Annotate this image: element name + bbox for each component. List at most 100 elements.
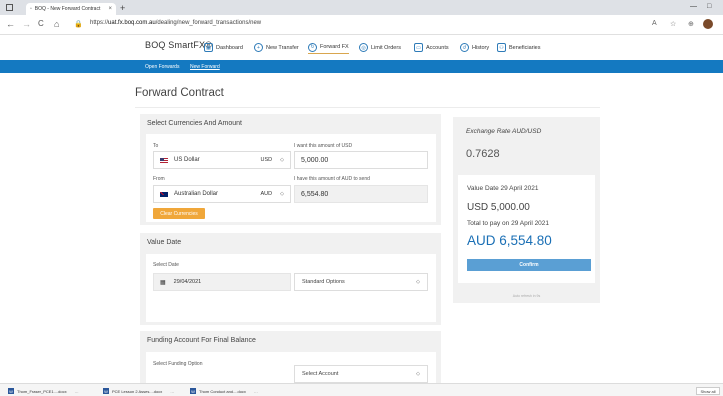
nav-beneficiaries[interactable]: ⚇ Beneficiaries — [497, 41, 541, 54]
reload-button[interactable]: C — [38, 19, 44, 29]
summary-total-label: Total to pay on 29 April 2021 — [467, 220, 550, 227]
funding-option-label: Select Funding Option — [153, 361, 203, 367]
select-value: Select Account — [302, 371, 339, 377]
download-filename: Thom_Fraser_PCE1....docx — [17, 388, 67, 394]
home-button[interactable]: ⌂ — [54, 19, 59, 29]
users-icon: ⚇ — [497, 43, 506, 52]
rate-title: Exchange Rate AUD/USD — [466, 128, 542, 135]
forward-button[interactable]: → — [22, 19, 31, 29]
favorites-icon[interactable]: ☆ — [670, 20, 676, 28]
funding-form: Select Funding Option Select Account ◇ — [146, 352, 436, 386]
page-title: Forward Contract — [135, 87, 224, 99]
show-all-button[interactable]: Show all — [696, 387, 720, 395]
browser-tab-bar: ▫ BOQ - New Forward Contract × + — □ — [0, 0, 723, 15]
history-icon: ↺ — [460, 43, 469, 52]
more-icon[interactable]: … — [75, 389, 79, 394]
stepper-icon: ◇ — [280, 157, 284, 163]
profile-avatar[interactable] — [703, 19, 713, 29]
open-forwards-link[interactable]: Open Forwards — [145, 64, 179, 70]
nav-label: Forward FX — [320, 44, 349, 50]
wallet-icon: ▭ — [414, 43, 423, 52]
sub-navigation: Open Forwards New Forward — [0, 60, 723, 73]
url-domain: uat.fx.boq.com.au — [108, 20, 156, 26]
send-amount-label: I have this amount of AUD to send — [294, 176, 370, 182]
nav-accounts[interactable]: ▭ Accounts — [414, 41, 449, 54]
to-currency-code: USD — [260, 157, 273, 163]
want-amount-input[interactable]: 5,000.00 — [294, 151, 428, 169]
close-tab-icon[interactable]: × — [108, 6, 112, 12]
stepper-icon: ◇ — [280, 191, 284, 197]
panel-title: Funding Account For Final Balance — [147, 337, 256, 344]
plus-icon: + — [254, 43, 263, 52]
funding-panel: Funding Account For Final Balance Select… — [140, 331, 441, 386]
new-tab-button[interactable]: + — [120, 3, 125, 13]
minimize-button[interactable]: — — [690, 3, 697, 10]
nav-history[interactable]: ↺ History — [460, 41, 489, 54]
date-value: 29/04/2021 — [173, 279, 202, 285]
clear-currencies-button[interactable]: Clear Currencies — [153, 208, 205, 219]
confirm-button[interactable]: Confirm — [467, 259, 591, 271]
new-forward-link[interactable]: New Forward — [190, 64, 220, 70]
from-currency-name: Australian Dollar — [174, 191, 219, 197]
nav-dashboard[interactable]: ▦ Dashboard — [204, 41, 243, 54]
maximize-button[interactable]: □ — [707, 3, 711, 10]
nav-label: Accounts — [426, 44, 449, 51]
standard-options-select[interactable]: Standard Options ◇ — [294, 273, 428, 291]
nav-label: Limit Orders — [371, 44, 401, 51]
download-item[interactable]: W Thom Conduct and....docx … — [190, 387, 258, 395]
more-icon[interactable]: … — [170, 389, 174, 394]
nav-label: New Transfer — [266, 44, 299, 51]
send-amount-input[interactable]: 6,554.80 — [294, 185, 428, 203]
brand-logo[interactable]: BOQ SmartFX® — [145, 40, 212, 50]
nav-label: Beneficiaries — [509, 44, 541, 51]
url-field[interactable]: https://uat.fx.boq.com.au/dealing/new_fo… — [90, 20, 261, 26]
select-date-label: Select Date — [153, 262, 179, 268]
summary-value-date: Value Date 29 April 2021 — [467, 185, 539, 192]
nav-label: Dashboard — [216, 44, 243, 51]
collections-icon[interactable]: ⊕ — [688, 20, 694, 28]
value-date-form: Select Date ▦ 29/04/2021 Standard Option… — [146, 254, 436, 322]
calendar-icon: ▦ — [160, 279, 166, 286]
back-button[interactable]: ← — [6, 19, 15, 29]
select-value: Standard Options — [302, 279, 345, 285]
nav-limit-orders[interactable]: ◎ Limit Orders — [359, 41, 401, 54]
to-label: To — [153, 143, 159, 149]
dashboard-icon: ▦ — [204, 43, 213, 52]
funding-account-select[interactable]: Select Account ◇ — [294, 365, 428, 383]
us-flag-icon — [160, 157, 168, 163]
title-divider — [135, 107, 600, 108]
chevron-updown-icon: ◇ — [416, 279, 420, 285]
panel-title: Select Currencies And Amount — [147, 120, 242, 127]
au-flag-icon — [160, 191, 168, 197]
download-item[interactable]: W PCE Lesson 2 Asses....docx … — [103, 387, 174, 395]
more-icon[interactable]: … — [254, 389, 258, 394]
downloads-bar: W Thom_Fraser_PCE1....docx … W PCE Lesso… — [0, 383, 723, 396]
nav-forward-fx[interactable]: ↻ Forward FX — [308, 41, 349, 54]
word-doc-icon: W — [190, 388, 196, 394]
rate-value: 0.7628 — [466, 148, 500, 160]
summary-card: Value Date 29 April 2021 USD 5,000.00 To… — [458, 175, 595, 283]
page-icon: ▫ — [30, 6, 32, 12]
url-prefix: https:// — [90, 20, 109, 26]
download-filename: PCE Lesson 2 Asses....docx — [112, 388, 163, 394]
nav-label: History — [472, 44, 490, 51]
browser-tab[interactable]: ▫ BOQ - New Forward Contract × — [26, 3, 116, 15]
date-input[interactable]: ▦ 29/04/2021 — [153, 273, 291, 291]
want-amount-label: I want this amount of USD — [294, 143, 353, 149]
sidebar-toggle-icon[interactable] — [6, 4, 13, 11]
summary-buy-amount: USD 5,000.00 — [467, 202, 530, 213]
read-aloud-icon[interactable]: A — [652, 20, 657, 27]
target-icon: ◎ — [359, 43, 368, 52]
word-doc-icon: W — [103, 388, 109, 394]
url-path: /dealing/new_forward_transactions/new — [155, 20, 262, 26]
forward-fx-icon: ↻ — [308, 42, 317, 52]
lock-icon[interactable]: 🔒 — [74, 20, 83, 28]
to-currency-select[interactable]: US Dollar USD ◇ — [153, 151, 291, 169]
download-filename: Thom Conduct and....docx — [199, 388, 246, 394]
download-item[interactable]: W Thom_Fraser_PCE1....docx … — [8, 387, 79, 395]
panel-title: Value Date — [147, 239, 182, 246]
summary-total-amount: AUD 6,554.80 — [467, 233, 552, 248]
from-currency-select[interactable]: Australian Dollar AUD ◇ — [153, 185, 291, 203]
nav-new-transfer[interactable]: + New Transfer — [254, 41, 299, 54]
to-currency-name: US Dollar — [174, 157, 200, 163]
